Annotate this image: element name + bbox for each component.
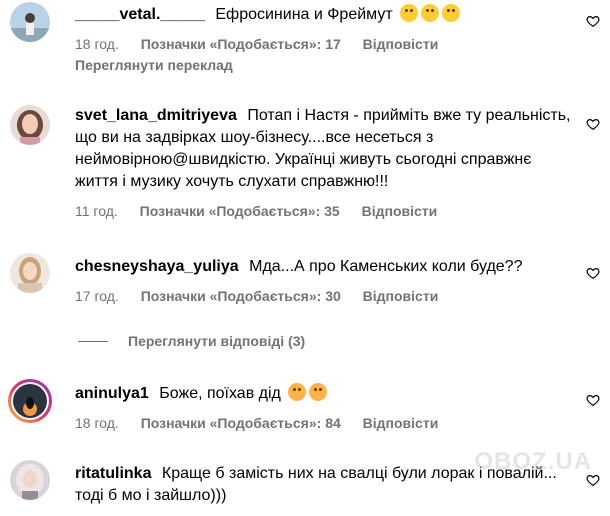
avatar[interactable] xyxy=(8,379,52,423)
comment-meta: 17 год. Позначки «Подобається»: 30 Відпо… xyxy=(75,288,575,304)
comment-body: Мда...А про Каменських коли буде?? xyxy=(249,258,523,275)
like-heart-icon[interactable] xyxy=(586,266,600,280)
flushed-emoji-icon xyxy=(309,383,328,401)
reply-button[interactable]: Відповісти xyxy=(362,203,438,219)
comment-username[interactable]: chesneyshaya_yuliya xyxy=(75,258,239,275)
comment-time[interactable]: 11 год. xyxy=(75,203,118,219)
flushed-emoji-icon xyxy=(288,383,307,401)
avatar[interactable] xyxy=(10,105,50,145)
comment-username[interactable]: aninulya1 xyxy=(75,385,149,402)
comment-meta: 18 год. Позначки «Подобається»: 84 Відпо… xyxy=(75,415,575,431)
likes-count[interactable]: Позначки «Подобається»: 30 xyxy=(141,288,341,304)
comment-text: _____vetal._____ Ефросинина и Фреймут xyxy=(75,4,575,26)
laughing-emoji-icon xyxy=(442,4,461,22)
comment-text: svet_lana_dmitriyeva Потап і Настя - при… xyxy=(75,105,575,193)
laughing-emoji-icon xyxy=(400,4,419,22)
view-replies-label: Переглянути відповіді (3) xyxy=(128,333,306,349)
comment-time[interactable]: 18 год. xyxy=(75,415,119,431)
comment-body: Боже, поїхав дід xyxy=(159,385,281,402)
avatar[interactable] xyxy=(10,253,50,293)
view-translation-button[interactable]: Переглянути переклад xyxy=(75,57,575,73)
comment-text: chesneyshaya_yuliya Мда...А про Каменськ… xyxy=(75,256,575,278)
comment-username[interactable]: _____vetal._____ xyxy=(75,6,205,23)
divider xyxy=(78,340,108,342)
comment-meta: 11 год. Позначки «Подобається»: 35 Відпо… xyxy=(75,203,575,219)
comment-time[interactable]: 17 год. xyxy=(75,288,119,304)
laughing-emoji-icon xyxy=(421,4,440,22)
avatar[interactable] xyxy=(10,460,50,500)
comment-meta: 18 год. Позначки «Подобається»: 17 Відпо… xyxy=(75,36,575,52)
likes-count[interactable]: Позначки «Подобається»: 17 xyxy=(141,36,341,52)
comment-time[interactable]: 18 год. xyxy=(75,36,119,52)
reply-button[interactable]: Відповісти xyxy=(363,415,439,431)
comment-username[interactable]: ritatulinka xyxy=(75,465,151,482)
comment-body: Ефросинина и Фреймут xyxy=(215,6,393,23)
like-heart-icon[interactable] xyxy=(586,14,600,28)
like-heart-icon[interactable] xyxy=(586,393,600,407)
reply-button[interactable]: Відповісти xyxy=(363,288,439,304)
like-heart-icon[interactable] xyxy=(586,117,600,131)
likes-count[interactable]: Позначки «Подобається»: 35 xyxy=(140,203,340,219)
comment-username[interactable]: svet_lana_dmitriyeva xyxy=(75,107,237,124)
reply-button[interactable]: Відповісти xyxy=(363,36,439,52)
avatar[interactable] xyxy=(10,2,50,42)
view-replies-button[interactable]: Переглянути відповіді (3) xyxy=(78,333,305,349)
likes-count[interactable]: Позначки «Подобається»: 84 xyxy=(141,415,341,431)
watermark: OBOZ.UA xyxy=(474,448,592,475)
comment-text: aninulya1 Боже, поїхав дід xyxy=(75,383,575,405)
